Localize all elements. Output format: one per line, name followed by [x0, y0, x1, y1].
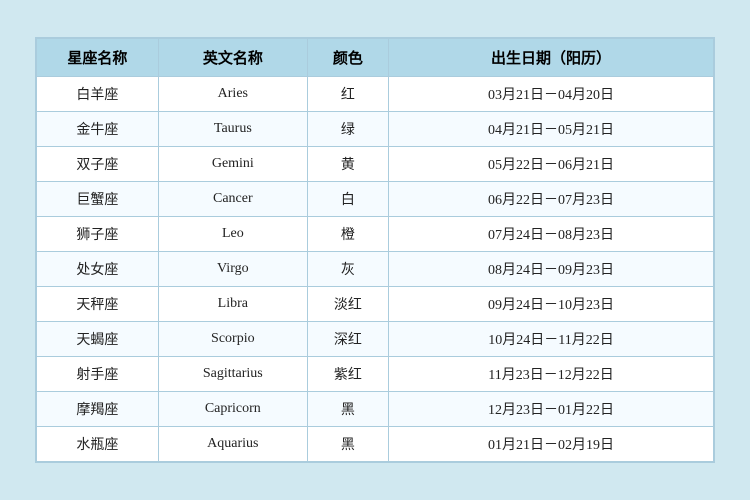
table-row: 白羊座Aries红03月21日－04月20日	[37, 77, 714, 112]
cell-date: 10月24日－11月22日	[389, 322, 714, 357]
cell-color: 淡红	[307, 287, 388, 322]
table-row: 金牛座Taurus绿04月21日－05月21日	[37, 112, 714, 147]
cell-date: 11月23日－12月22日	[389, 357, 714, 392]
cell-color: 紫红	[307, 357, 388, 392]
cell-color: 黄	[307, 147, 388, 182]
cell-en: Leo	[158, 217, 307, 252]
cell-date: 07月24日－08月23日	[389, 217, 714, 252]
cell-zh: 巨蟹座	[37, 182, 159, 217]
table-row: 巨蟹座Cancer白06月22日－07月23日	[37, 182, 714, 217]
cell-color: 黑	[307, 427, 388, 462]
cell-color: 红	[307, 77, 388, 112]
cell-zh: 水瓶座	[37, 427, 159, 462]
table-row: 水瓶座Aquarius黑01月21日－02月19日	[37, 427, 714, 462]
table-row: 双子座Gemini黄05月22日－06月21日	[37, 147, 714, 182]
cell-en: Aries	[158, 77, 307, 112]
table-row: 摩羯座Capricorn黑12月23日－01月22日	[37, 392, 714, 427]
table-row: 狮子座Leo橙07月24日－08月23日	[37, 217, 714, 252]
cell-zh: 白羊座	[37, 77, 159, 112]
cell-color: 深红	[307, 322, 388, 357]
header-date: 出生日期（阳历）	[389, 39, 714, 77]
cell-date: 08月24日－09月23日	[389, 252, 714, 287]
cell-color: 白	[307, 182, 388, 217]
cell-zh: 处女座	[37, 252, 159, 287]
cell-color: 灰	[307, 252, 388, 287]
cell-en: Sagittarius	[158, 357, 307, 392]
cell-date: 05月22日－06月21日	[389, 147, 714, 182]
header-en: 英文名称	[158, 39, 307, 77]
cell-en: Libra	[158, 287, 307, 322]
zodiac-table-container: 星座名称 英文名称 颜色 出生日期（阳历） 白羊座Aries红03月21日－04…	[35, 37, 715, 463]
cell-date: 01月21日－02月19日	[389, 427, 714, 462]
cell-zh: 天秤座	[37, 287, 159, 322]
cell-en: Aquarius	[158, 427, 307, 462]
cell-color: 黑	[307, 392, 388, 427]
cell-date: 03月21日－04月20日	[389, 77, 714, 112]
cell-en: Scorpio	[158, 322, 307, 357]
table-header-row: 星座名称 英文名称 颜色 出生日期（阳历）	[37, 39, 714, 77]
cell-zh: 金牛座	[37, 112, 159, 147]
table-row: 射手座Sagittarius紫红11月23日－12月22日	[37, 357, 714, 392]
cell-zh: 天蝎座	[37, 322, 159, 357]
cell-date: 06月22日－07月23日	[389, 182, 714, 217]
cell-zh: 射手座	[37, 357, 159, 392]
table-row: 天秤座Libra淡红09月24日－10月23日	[37, 287, 714, 322]
header-color: 颜色	[307, 39, 388, 77]
cell-en: Capricorn	[158, 392, 307, 427]
zodiac-table: 星座名称 英文名称 颜色 出生日期（阳历） 白羊座Aries红03月21日－04…	[36, 38, 714, 462]
cell-en: Gemini	[158, 147, 307, 182]
cell-zh: 狮子座	[37, 217, 159, 252]
table-row: 天蝎座Scorpio深红10月24日－11月22日	[37, 322, 714, 357]
cell-date: 04月21日－05月21日	[389, 112, 714, 147]
cell-date: 12月23日－01月22日	[389, 392, 714, 427]
cell-color: 绿	[307, 112, 388, 147]
cell-zh: 摩羯座	[37, 392, 159, 427]
header-zh: 星座名称	[37, 39, 159, 77]
cell-color: 橙	[307, 217, 388, 252]
cell-en: Cancer	[158, 182, 307, 217]
cell-date: 09月24日－10月23日	[389, 287, 714, 322]
table-row: 处女座Virgo灰08月24日－09月23日	[37, 252, 714, 287]
cell-zh: 双子座	[37, 147, 159, 182]
cell-en: Virgo	[158, 252, 307, 287]
cell-en: Taurus	[158, 112, 307, 147]
